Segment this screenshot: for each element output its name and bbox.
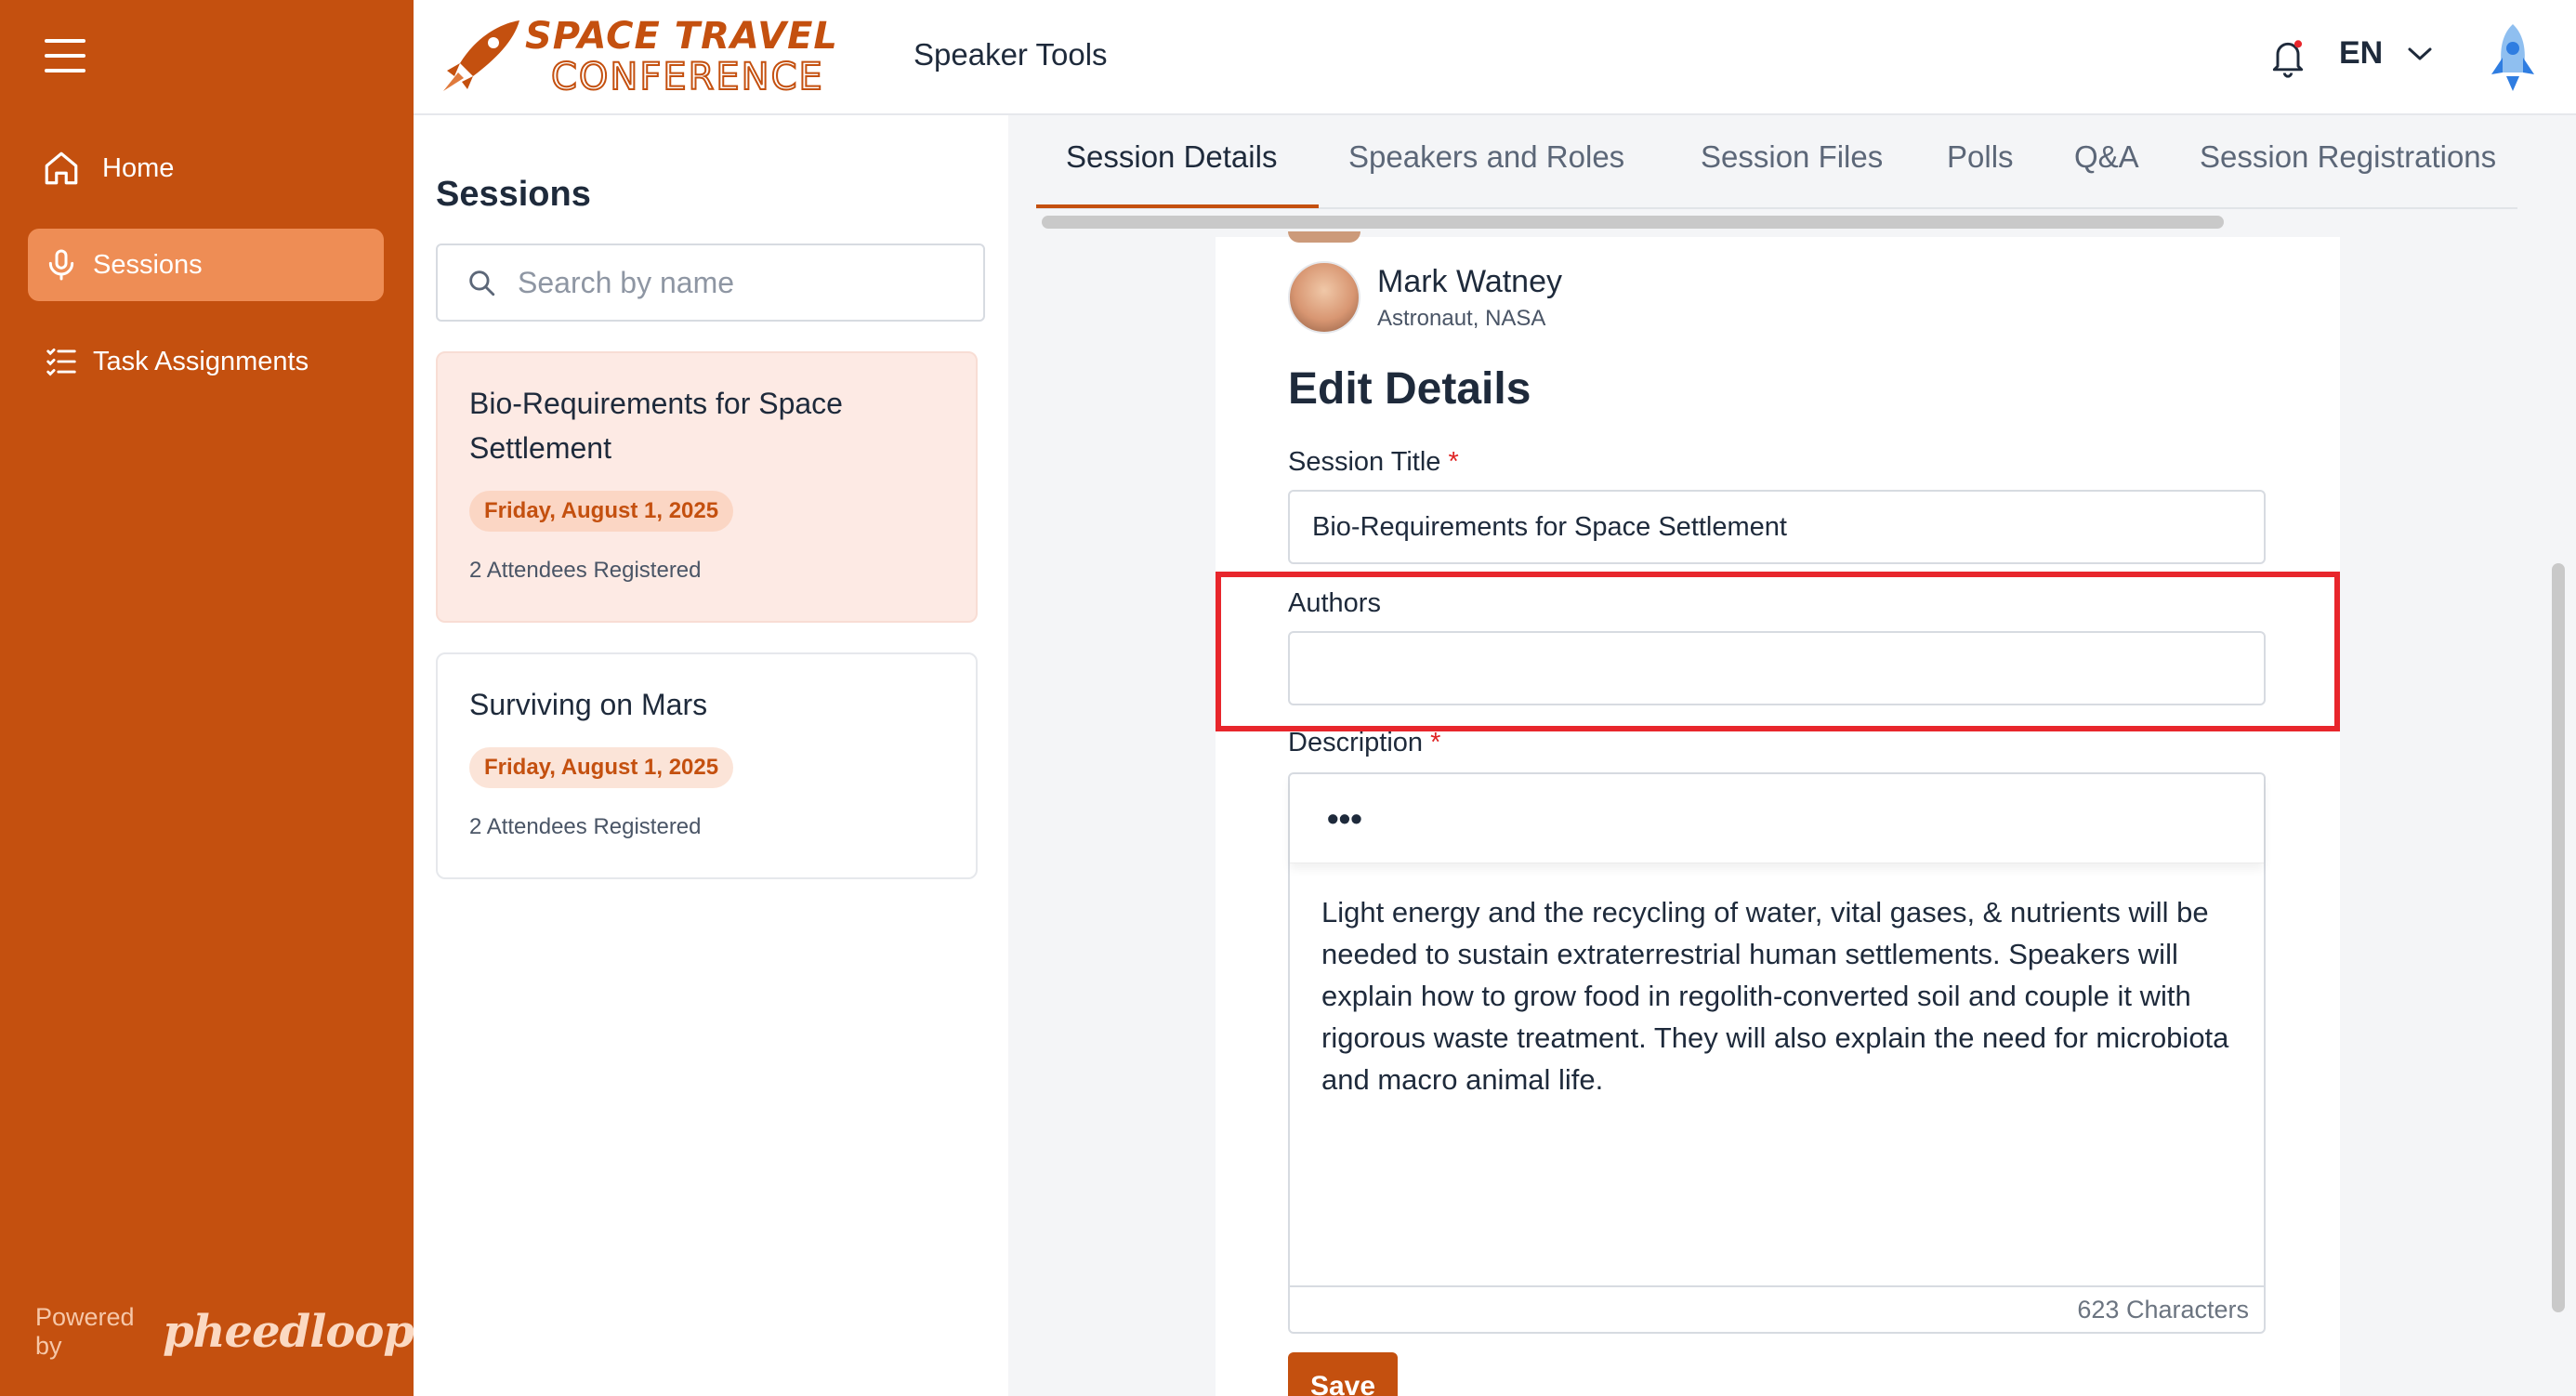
rocket-logo-icon — [443, 20, 519, 91]
sidebar-item-task-assignments[interactable]: Task Assignments — [28, 325, 384, 398]
more-options-icon[interactable]: ••• — [1290, 774, 2264, 863]
session-title-field[interactable]: Bio-Requirements for Space Settlement — [1288, 490, 2266, 564]
speaker-item: Mark Watney Astronaut, NASA — [1288, 261, 1562, 334]
active-tab-indicator — [1036, 204, 1319, 208]
description-label: Description * — [1288, 728, 1440, 758]
tab-session-files[interactable]: Session Files — [1701, 139, 1883, 175]
session-details-card: Mark Watney Astronaut, NASA Edit Details… — [1216, 231, 2340, 1396]
rocket-avatar-icon[interactable] — [2482, 20, 2543, 95]
label-text: Description — [1288, 728, 1424, 757]
tab-speakers-and-roles[interactable]: Speakers and Roles — [1348, 139, 1624, 175]
horizontal-scrollbar[interactable] — [1042, 216, 2224, 229]
sidebar-item-home[interactable]: Home — [28, 132, 384, 204]
tab-session-registrations[interactable]: Session Registrations — [2200, 139, 2496, 175]
required-mark: * — [1430, 728, 1441, 757]
chevron-down-icon — [2408, 47, 2432, 59]
vertical-scrollbar[interactable] — [2552, 563, 2565, 1312]
required-mark: * — [1448, 447, 1459, 477]
description-textarea[interactable]: Light energy and the recycling of water,… — [1290, 863, 2264, 1128]
checklist-icon — [33, 344, 89, 379]
tab-session-details[interactable]: Session Details — [1066, 139, 1277, 175]
session-tabs: Session Details Speakers and Roles Sessi… — [1036, 115, 2517, 210]
session-title-value: Bio-Requirements for Space Settlement — [1312, 511, 1787, 542]
sidebar-item-sessions[interactable]: Sessions — [28, 229, 384, 301]
pheedloop-logo[interactable]: pheedloop — [163, 1306, 414, 1358]
edit-details-heading: Edit Details — [1288, 364, 1531, 414]
sidebar-item-label: Home — [102, 152, 175, 183]
home-icon — [33, 149, 89, 188]
character-count: 623 Characters — [1290, 1285, 2264, 1332]
microphone-icon — [33, 246, 89, 283]
label-text: Authors — [1288, 588, 1381, 618]
powered-by: Powered by pheedloop — [35, 1303, 414, 1361]
search-placeholder: Search by name — [518, 265, 735, 299]
authors-label: Authors — [1288, 588, 1381, 619]
sidebar-item-label: Sessions — [93, 249, 203, 280]
sessions-panel: Sessions Search by name Bio-Requirements… — [414, 115, 1008, 1396]
tab-qa[interactable]: Q&A — [2074, 139, 2139, 175]
language-selector[interactable]: EN — [2339, 35, 2433, 72]
logo-line-1: SPACE TRAVEL — [525, 15, 838, 58]
sidebar: Home Sessions Task Assignments Powered b… — [0, 0, 414, 1396]
search-input[interactable]: Search by name — [436, 244, 985, 322]
tab-polls[interactable]: Polls — [1947, 139, 2014, 175]
avatar — [1288, 231, 1360, 243]
description-editor: ••• Light energy and the recycling of wa… — [1288, 772, 2266, 1334]
session-date-badge: Friday, August 1, 2025 — [469, 747, 734, 788]
logo-line-2: CONFERENCE — [550, 55, 824, 99]
top-header: SPACE TRAVEL CONFERENCE Speaker Tools EN — [414, 0, 2576, 115]
session-attendees: 2 Attendees Registered — [469, 558, 702, 583]
page-title: Speaker Tools — [913, 37, 1108, 72]
authors-field[interactable] — [1288, 631, 2266, 705]
hamburger-menu-icon[interactable] — [45, 39, 85, 74]
search-icon — [469, 270, 495, 296]
speaker-name: Mark Watney — [1377, 263, 1563, 299]
powered-by-text: Powered by — [35, 1303, 135, 1360]
session-card[interactable]: Bio-Requirements for Space Settlement Fr… — [436, 351, 978, 623]
session-title-label: Session Title * — [1288, 447, 1459, 478]
save-button[interactable]: Save — [1288, 1352, 1398, 1396]
language-label: EN — [2339, 35, 2384, 71]
session-card-title: Bio-Requirements for Space Settlement — [469, 387, 843, 465]
avatar — [1288, 261, 1360, 334]
conference-logo[interactable]: SPACE TRAVEL CONFERENCE — [441, 15, 869, 100]
speaker-role: Astronaut, NASA — [1377, 305, 1546, 331]
session-card-title: Surviving on Mars — [469, 688, 708, 721]
sessions-title: Sessions — [436, 175, 591, 214]
label-text: Session Title — [1288, 447, 1441, 477]
session-date-badge: Friday, August 1, 2025 — [469, 491, 734, 532]
bell-icon[interactable] — [2267, 35, 2308, 80]
session-card[interactable]: Surviving on Mars Friday, August 1, 2025… — [436, 652, 978, 879]
sidebar-item-label: Task Assignments — [93, 346, 309, 376]
session-attendees: 2 Attendees Registered — [469, 814, 702, 839]
